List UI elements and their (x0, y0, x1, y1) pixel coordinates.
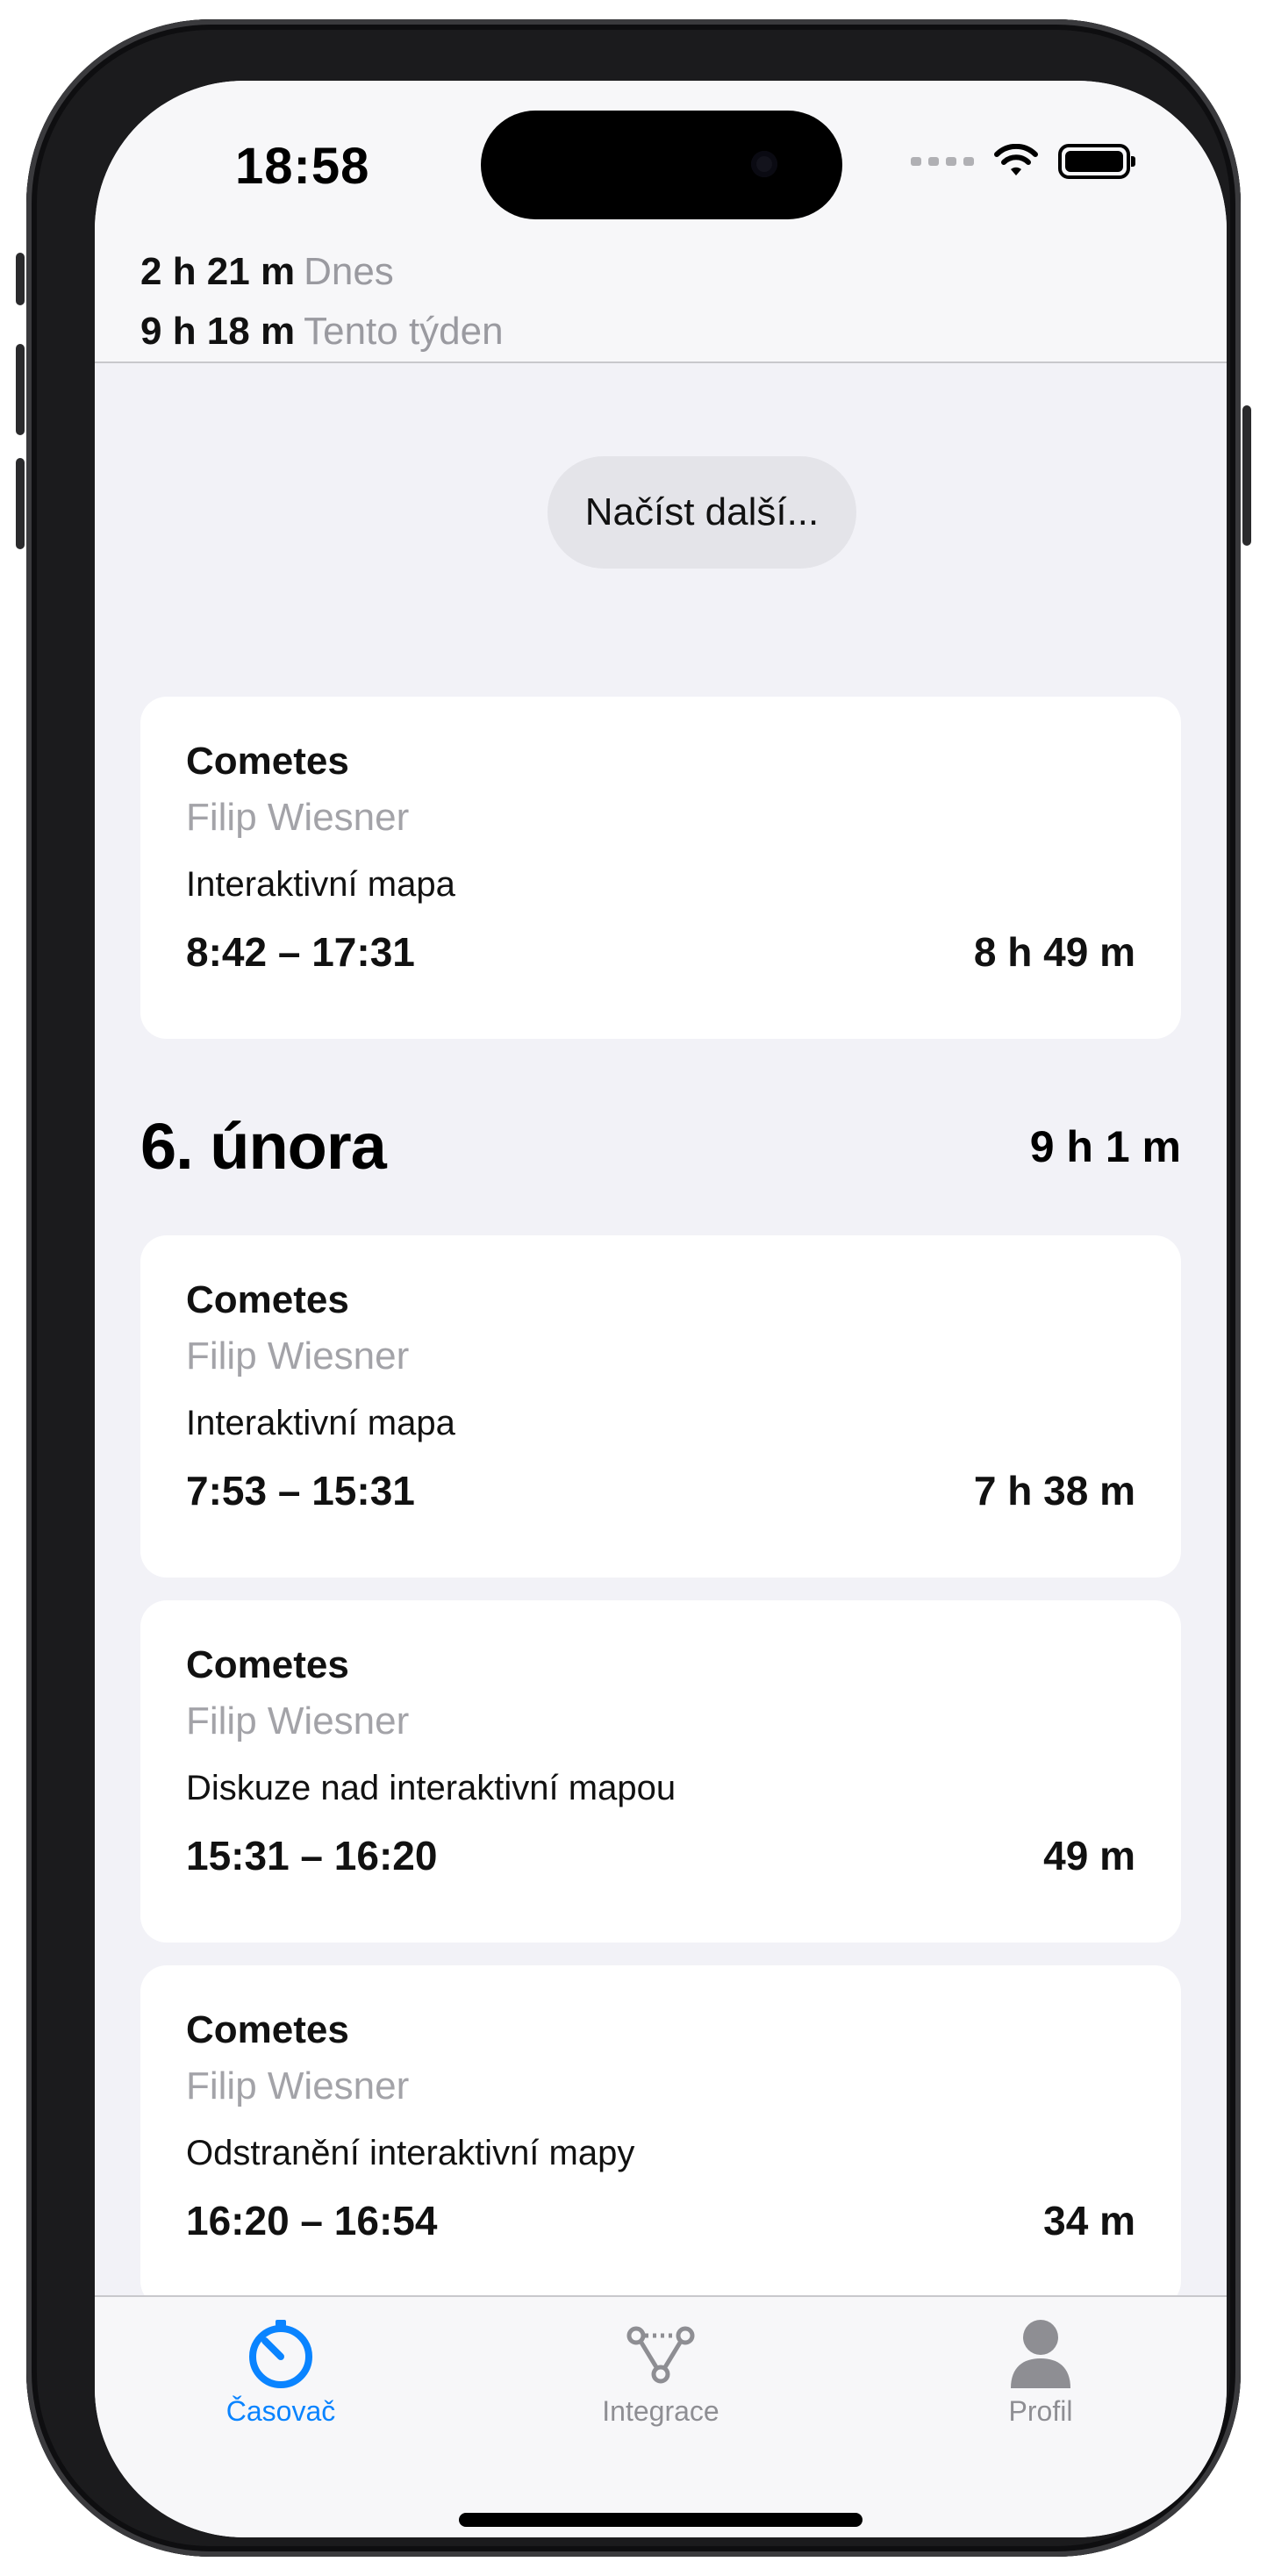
entry-time-range: 8:42 – 17:31 (186, 929, 415, 975)
week-total-row: 9 h 18 m Tento týden (140, 302, 504, 361)
load-more-button[interactable]: Načíst další... (548, 456, 856, 569)
day-title: 6. února (140, 1110, 387, 1183)
volume-down-button (16, 458, 25, 549)
tab-integrations-label: Integrace (602, 2395, 719, 2427)
day-total: 9 h 1 m (1029, 1121, 1181, 1171)
entry-project: Cometes (186, 740, 349, 783)
person-icon (1011, 2320, 1070, 2388)
week-total-value: 9 h 18 m (140, 310, 296, 353)
time-entry-card[interactable]: Cometes Filip Wiesner Interaktivní mapa … (140, 1235, 1181, 1578)
time-totals: 2 h 21 m Dnes 9 h 18 m Tento týden (140, 242, 504, 361)
screen: 18:58 2 h 21 mDnes 9 h 18 mTento týden (95, 81, 1227, 2537)
entry-time-range: 7:53 – 15:31 (186, 1468, 415, 1513)
top-summary-bar: 18:58 2 h 21 m Dnes 9 h 18 m Tento týden (95, 81, 1227, 363)
entry-description: Odstranění interaktivní mapy (186, 2134, 635, 2172)
time-entry-card[interactable]: Cometes Filip Wiesner Interaktivní mapa … (140, 697, 1181, 1039)
tab-integrations[interactable]: Integrace (547, 2316, 775, 2428)
entry-description: Interaktivní mapa (186, 865, 455, 904)
entry-person: Filip Wiesner (186, 1699, 410, 1742)
power-button (1242, 405, 1251, 546)
entry-time-range: 15:31 – 16:20 (186, 1833, 438, 1878)
entry-project: Cometes (186, 1643, 349, 1686)
status-time: 18:58 (235, 138, 370, 195)
cellular-icon (911, 157, 974, 166)
entry-description: Interaktivní mapa (186, 1404, 455, 1442)
day-section-header: 6. února 9 h 1 m (140, 1109, 1181, 1184)
today-total-value: 2 h 21 m (140, 250, 296, 293)
wifi-icon (994, 144, 1038, 175)
home-indicator[interactable] (459, 2513, 863, 2527)
front-camera (751, 151, 777, 177)
entry-duration: 8 h 49 m (973, 929, 1135, 975)
dynamic-island (481, 111, 842, 219)
entry-person: Filip Wiesner (186, 1335, 410, 1377)
entry-duration: 49 m (1043, 1833, 1135, 1878)
action-button (16, 253, 25, 305)
volume-up-button (16, 344, 25, 435)
tab-profile[interactable]: Profil (927, 2316, 1155, 2428)
today-total-row: 2 h 21 m Dnes (140, 242, 504, 302)
tab-profile-label: Profil (1008, 2395, 1073, 2427)
status-icons (911, 144, 1135, 179)
entry-person: Filip Wiesner (186, 2064, 410, 2107)
entry-description: Diskuze nad interaktivní mapou (186, 1769, 676, 1807)
entry-time-range: 16:20 – 16:54 (186, 2198, 438, 2243)
entry-project: Cometes (186, 1278, 349, 1321)
integration-icon (626, 2326, 695, 2384)
today-total-label: Dnes (304, 250, 394, 293)
tab-bar: Časovač Integrace Profil (95, 2295, 1227, 2537)
phone-frame: 18:58 2 h 21 mDnes 9 h 18 mTento týden (16, 19, 1251, 2557)
entry-duration: 34 m (1043, 2198, 1135, 2243)
battery-icon (1058, 144, 1135, 179)
time-entry-card[interactable]: Cometes Filip Wiesner Diskuze nad intera… (140, 1600, 1181, 1943)
entry-project: Cometes (186, 2008, 349, 2051)
time-entry-card[interactable]: Cometes Filip Wiesner Odstranění interak… (140, 1965, 1181, 2308)
tab-timer-label: Časovač (225, 2395, 336, 2427)
entry-duration: 7 h 38 m (973, 1468, 1135, 1513)
timer-icon (249, 2320, 312, 2388)
tab-timer[interactable]: Časovač (167, 2316, 395, 2428)
week-total-label: Tento týden (304, 310, 504, 353)
entry-person: Filip Wiesner (186, 796, 410, 839)
